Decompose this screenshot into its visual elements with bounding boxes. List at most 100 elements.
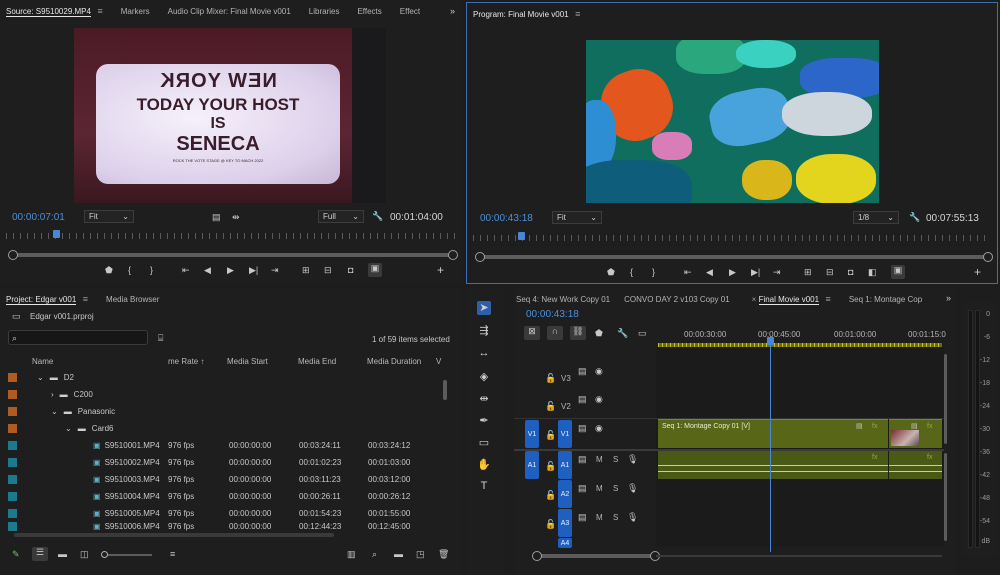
mark-in-icon[interactable]: {	[630, 267, 633, 277]
list-view-icon[interactable]: ☰	[32, 547, 48, 561]
sync-lock-icon[interactable]: ▤	[578, 394, 587, 404]
timeline-timecode[interactable]: 00:00:43:18	[526, 309, 579, 320]
folder-row-card6[interactable]: ⌄ ▬ Card6	[8, 420, 448, 437]
source-timecode[interactable]: 00:00:07:01	[12, 212, 65, 223]
folder-row-panasonic[interactable]: ⌄ ▬ Panasonic	[8, 403, 448, 420]
track-target-a2[interactable]: A2	[558, 480, 572, 508]
hand-tool-icon[interactable]: ✋	[477, 458, 491, 472]
go-to-in-icon[interactable]: ⇤	[684, 267, 692, 277]
button-editor-icon[interactable]: ▣	[368, 263, 382, 277]
program-fit-dropdown[interactable]: Fit ⌄	[552, 211, 602, 224]
sync-lock-icon[interactable]: ▤	[578, 454, 587, 464]
nest-toggle-icon[interactable]: ⊠	[524, 326, 540, 340]
lock-icon[interactable]: 🔓	[545, 490, 556, 500]
timeline-vertical-scrollbar[interactable]	[944, 354, 947, 444]
lift-icon[interactable]: ⊞	[804, 267, 812, 277]
source-resolution-dropdown[interactable]: Full ⌄	[318, 210, 364, 223]
captions-icon[interactable]: ▭	[638, 328, 647, 338]
source-fit-dropdown[interactable]: Fit ⌄	[84, 210, 134, 223]
export-frame-icon[interactable]: ◘	[848, 267, 853, 277]
overflow-chevron-icon[interactable]: »	[946, 293, 951, 303]
wrench-icon[interactable]: 🔧	[909, 212, 920, 222]
wrench-icon[interactable]: 🔧	[372, 211, 383, 221]
mute-button[interactable]: M	[596, 455, 603, 464]
go-to-out-icon[interactable]: ⇥	[271, 265, 279, 275]
type-tool-icon[interactable]: T	[477, 480, 491, 494]
slip-tool-icon[interactable]: ⇹	[477, 392, 491, 406]
freeform-view-icon[interactable]: ◫	[80, 549, 89, 559]
tab-media-browser[interactable]: Media Browser	[106, 295, 169, 304]
program-timecode[interactable]: 00:00:43:18	[480, 213, 533, 224]
marker-icon[interactable]: ⬟	[105, 265, 113, 275]
zoom-slider[interactable]	[101, 551, 152, 558]
clip-row[interactable]: ▣ S9510006.MP4 976 fps 00:00:00:00 00:12…	[8, 522, 448, 531]
linked-selection-icon[interactable]: ⛓	[570, 326, 586, 340]
project-vertical-scrollbar[interactable]	[443, 380, 447, 400]
lock-icon[interactable]: 🔓	[545, 401, 556, 411]
overflow-chevron-icon[interactable]: »	[450, 6, 455, 16]
clip-row[interactable]: ▣ S9510003.MP4 976 fps 00:00:00:00 00:03…	[8, 471, 448, 488]
tab-convo-day2[interactable]: CONVO DAY 2 v103 Copy 01	[624, 295, 740, 304]
icon-view-icon[interactable]: ▬	[58, 549, 67, 559]
add-marker-icon[interactable]: ⬟	[595, 328, 603, 338]
ripple-edit-tool-icon[interactable]: ↔	[477, 347, 491, 361]
add-button-icon[interactable]: +	[437, 264, 444, 276]
step-back-icon[interactable]: ◀	[204, 265, 211, 275]
sync-lock-icon[interactable]: ▤	[578, 366, 587, 376]
col-frame-rate[interactable]: me Rate ↑	[168, 357, 204, 366]
new-bin-icon[interactable]: ▬	[394, 549, 403, 559]
source-patch-v1[interactable]: V1	[525, 420, 539, 448]
tab-program[interactable]: Program: Final Movie v001 ≡	[473, 9, 590, 19]
source-zoom-scrollbar[interactable]	[8, 250, 458, 260]
step-forward-icon[interactable]: ▶|	[249, 265, 258, 275]
tab-seq4[interactable]: Seq 4: New Work Copy 01	[516, 295, 620, 304]
microphone-icon[interactable]: 🎙	[627, 512, 638, 522]
lock-icon[interactable]: 🔓	[545, 373, 556, 383]
col-v[interactable]: V	[436, 357, 441, 366]
marker-icon[interactable]: ⬟	[607, 267, 615, 277]
timeline-playhead-line[interactable]	[770, 345, 771, 552]
razor-tool-icon[interactable]: ◈	[477, 370, 491, 384]
program-time-ruler[interactable]	[473, 235, 991, 241]
tab-final-movie[interactable]: × Final Movie v001 ≡	[752, 294, 841, 305]
extract-icon[interactable]: ⊟	[826, 267, 834, 277]
col-media-duration[interactable]: Media Duration	[367, 357, 421, 366]
program-zoom-scrollbar[interactable]	[475, 252, 993, 262]
play-icon[interactable]: ▶	[227, 265, 234, 275]
go-to-in-icon[interactable]: ⇤	[182, 265, 190, 275]
tab-audio-clip-mixer[interactable]: Audio Clip Mixer: Final Movie v001	[168, 7, 301, 16]
project-search-input[interactable]: ⌕	[8, 330, 148, 345]
eye-icon[interactable]: ◉	[595, 366, 603, 376]
col-name[interactable]: Name	[32, 357, 53, 366]
video-clip[interactable]: Seq 1: Montage Copy 01 [V] ▤ fx	[658, 419, 888, 448]
solo-button[interactable]: S	[613, 455, 618, 464]
pen-tool-icon[interactable]: ✒	[477, 414, 491, 428]
lock-icon[interactable]: 🔓	[545, 461, 556, 471]
compare-icon[interactable]: ◧	[868, 267, 877, 277]
timeline-horizontal-scrollbar[interactable]	[532, 551, 660, 561]
new-search-bin-icon[interactable]: ⌸	[158, 333, 163, 343]
track-target-a3[interactable]: A3	[558, 509, 572, 537]
mute-button[interactable]: M	[596, 513, 603, 522]
find-icon[interactable]: ⌕	[372, 549, 377, 559]
overwrite-icon[interactable]: ⊟	[324, 265, 332, 275]
col-media-end[interactable]: Media End	[298, 357, 336, 366]
audio-clip[interactable]: fx	[889, 451, 942, 479]
program-playhead[interactable]	[518, 232, 525, 240]
eye-icon[interactable]: ◉	[595, 423, 603, 433]
tab-effect-controls[interactable]: Effect	[400, 7, 430, 16]
pencil-icon[interactable]: ✎	[12, 549, 20, 559]
go-to-out-icon[interactable]: ⇥	[773, 267, 781, 277]
step-forward-icon[interactable]: ▶|	[751, 267, 760, 277]
solo-button[interactable]: S	[613, 484, 618, 493]
lock-icon[interactable]: 🔓	[545, 519, 556, 529]
col-media-start[interactable]: Media Start	[227, 357, 268, 366]
clip-row[interactable]: ▣ S9510002.MP4 976 fps 00:00:00:00 00:01…	[8, 454, 448, 471]
sync-lock-icon[interactable]: ▤	[578, 483, 587, 493]
export-frame-icon[interactable]: ◘	[348, 265, 353, 275]
snap-icon[interactable]: ∩	[547, 326, 563, 340]
track-select-tool-icon[interactable]: ⇶	[477, 324, 491, 338]
source-time-ruler[interactable]	[6, 233, 456, 239]
clip-row[interactable]: ▣ S9510005.MP4 976 fps 00:00:00:00 00:01…	[8, 505, 448, 522]
track-target-v1[interactable]: V1	[558, 420, 572, 448]
